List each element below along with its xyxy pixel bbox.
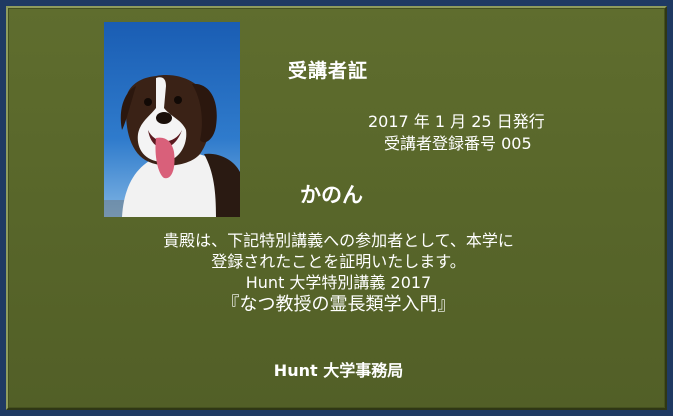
dog-photo — [104, 22, 240, 217]
course-title: 『なつ教授の霊長類学入門』 — [221, 294, 456, 315]
certificate-frame: 受講者証 2017 年 1 月 25 日発行 受講者登録番号 005 かのん 貴… — [0, 0, 673, 416]
certificate-body: 貴殿は、下記特別講義への参加者として、本学に 登録されたことを証明いたします。 … — [8, 230, 669, 317]
certificate-title: 受講者証 — [288, 60, 369, 82]
registration-number: 受講者登録番号 005 — [384, 134, 532, 153]
body-line: Hunt 大学特別講義 2017 — [245, 273, 432, 292]
certificate-card: 受講者証 2017 年 1 月 25 日発行 受講者登録番号 005 かのん 貴… — [6, 6, 667, 410]
issue-date: 2017 年 1 月 25 日発行 — [368, 112, 545, 131]
dog-photo-icon — [104, 22, 240, 217]
body-line: 貴殿は、下記特別講義への参加者として、本学に — [163, 231, 514, 250]
body-line: 登録されたことを証明いたします。 — [211, 252, 466, 271]
issuer-name: Hunt 大学事務局 — [273, 361, 404, 380]
recipient-name: かのん — [300, 183, 363, 207]
